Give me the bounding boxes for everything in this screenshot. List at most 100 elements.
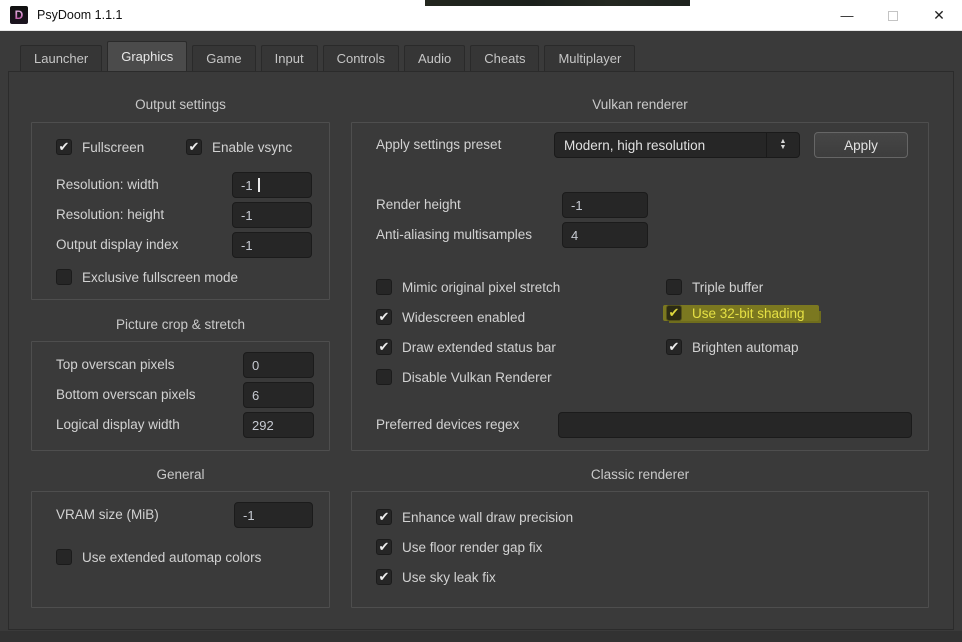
checkbox-box[interactable]: ✔ [376, 569, 392, 585]
window-title: PsyDoom 1.1.1 [37, 8, 122, 22]
tab-launcher[interactable]: Launcher [20, 45, 102, 71]
label-vram-size: VRAM size (MiB) [56, 502, 159, 528]
group-title-picture-crop: Picture crop & stretch [31, 317, 330, 335]
checkbox-box[interactable]: ✔ [376, 509, 392, 525]
text-caret [258, 178, 260, 192]
checkbox-label: Triple buffer [692, 280, 763, 295]
checkbox-brighten-automap[interactable]: ✔ Brighten automap [666, 339, 799, 355]
checkbox-label: Disable Vulkan Renderer [402, 370, 552, 385]
group-title-output-settings: Output settings [31, 97, 330, 115]
logical-display-width-input[interactable] [243, 412, 314, 438]
group-title-classic: Classic renderer [351, 467, 929, 485]
check-icon: ✔ [379, 540, 390, 553]
label-top-overscan: Top overscan pixels [56, 352, 175, 378]
checkbox-box[interactable]: ✔ [186, 139, 202, 155]
window-controls: — ✕ [824, 0, 962, 31]
tab-multiplayer[interactable]: Multiplayer [544, 45, 635, 71]
preset-select[interactable]: Modern, high resolution ▲ ▼ [554, 132, 800, 158]
checkbox-enable-vsync[interactable]: ✔ Enable vsync [186, 139, 292, 155]
top-overscan-input[interactable] [243, 352, 314, 378]
group-vulkan-renderer: Apply settings preset Modern, high resol… [351, 122, 929, 451]
group-general: VRAM size (MiB) ✔ Use extended automap c… [31, 491, 330, 608]
checkbox-box[interactable]: ✔ [666, 339, 682, 355]
checkbox-label: Use extended automap colors [82, 550, 261, 565]
checkbox-draw-extended-status-bar[interactable]: ✔ Draw extended status bar [376, 339, 556, 355]
check-icon: ✔ [379, 340, 390, 353]
checkbox-label: Enable vsync [212, 140, 292, 155]
checkbox-box[interactable]: ✔ [56, 549, 72, 565]
spinner-down-icon: ▼ [780, 145, 787, 151]
checkbox-triple-buffer[interactable]: ✔ Triple buffer [666, 279, 763, 295]
checkbox-box[interactable]: ✔ [376, 339, 392, 355]
field-render-height-wrap [562, 192, 648, 218]
label-resolution-width: Resolution: width [56, 172, 159, 198]
tab-audio[interactable]: Audio [404, 45, 465, 71]
check-icon: ✔ [669, 306, 680, 319]
resolution-height-input[interactable] [232, 202, 312, 228]
checkbox-fullscreen[interactable]: ✔ Fullscreen [56, 139, 144, 155]
aa-multisamples-input[interactable] [562, 222, 648, 248]
tab-game[interactable]: Game [192, 45, 255, 71]
checkbox-extended-automap-colors[interactable]: ✔ Use extended automap colors [56, 549, 261, 565]
field-logical-display-width-wrap [243, 412, 314, 438]
preferred-devices-regex-input[interactable] [558, 412, 912, 438]
maximize-button[interactable] [870, 0, 916, 31]
checkbox-exclusive-fullscreen[interactable]: ✔ Exclusive fullscreen mode [56, 269, 238, 285]
vram-size-input[interactable] [234, 502, 313, 528]
render-height-input[interactable] [562, 192, 648, 218]
checkbox-box[interactable]: ✔ [376, 309, 392, 325]
checkbox-label: Enhance wall draw precision [402, 510, 573, 525]
label-bottom-overscan: Bottom overscan pixels [56, 382, 196, 408]
checkbox-box[interactable]: ✔ [56, 139, 72, 155]
field-output-display-index-wrap [232, 232, 312, 258]
preset-select-value: Modern, high resolution [555, 138, 766, 153]
tab-input[interactable]: Input [261, 45, 318, 71]
background-window-sliver [425, 0, 690, 6]
select-spinner-icon[interactable]: ▲ ▼ [767, 139, 799, 151]
check-icon: ✔ [59, 140, 70, 153]
check-icon: ✔ [379, 510, 390, 523]
checkbox-label: Exclusive fullscreen mode [82, 270, 238, 285]
window-bottom-edge [0, 631, 962, 642]
output-display-index-input[interactable] [232, 232, 312, 258]
checkbox-mimic-original-pixel-stretch[interactable]: ✔ Mimic original pixel stretch [376, 279, 560, 295]
field-top-overscan-wrap [243, 352, 314, 378]
checkbox-box[interactable]: ✔ [376, 279, 392, 295]
checkbox-use-32bit-shading[interactable]: ✔ Use 32-bit shading [663, 305, 819, 321]
close-button[interactable]: ✕ [916, 0, 962, 31]
field-aa-multisamples-wrap [562, 222, 648, 248]
resolution-width-input[interactable] [232, 172, 312, 198]
minimize-icon: — [841, 8, 854, 23]
checkbox-sky-leak-fix[interactable]: ✔ Use sky leak fix [376, 569, 496, 585]
checkbox-box[interactable]: ✔ [666, 279, 682, 295]
tab-cheats[interactable]: Cheats [470, 45, 539, 71]
checkbox-enhance-wall-draw-precision[interactable]: ✔ Enhance wall draw precision [376, 509, 573, 525]
apply-button[interactable]: Apply [814, 132, 908, 158]
checkbox-box[interactable]: ✔ [56, 269, 72, 285]
checkbox-widescreen-enabled[interactable]: ✔ Widescreen enabled [376, 309, 525, 325]
checkbox-label: Widescreen enabled [402, 310, 525, 325]
checkbox-box[interactable]: ✔ [376, 369, 392, 385]
psydoom-window: D PsyDoom 1.1.1 — ✕ Launcher Graphics Ga… [0, 0, 962, 642]
field-bottom-overscan-wrap [243, 382, 314, 408]
checkbox-floor-render-gap-fix[interactable]: ✔ Use floor render gap fix [376, 539, 542, 555]
label-preferred-devices-regex: Preferred devices regex [376, 412, 519, 438]
checkbox-box[interactable]: ✔ [666, 305, 682, 321]
field-resolution-width-wrap [232, 172, 312, 198]
checkbox-disable-vulkan-renderer[interactable]: ✔ Disable Vulkan Renderer [376, 369, 552, 385]
field-resolution-height-wrap [232, 202, 312, 228]
checkbox-label: Use floor render gap fix [402, 540, 542, 555]
label-resolution-height: Resolution: height [56, 202, 164, 228]
group-title-general: General [31, 467, 330, 485]
checkbox-label: Brighten automap [692, 340, 799, 355]
bottom-overscan-input[interactable] [243, 382, 314, 408]
checkbox-label: Use 32-bit shading [692, 306, 805, 321]
label-render-height: Render height [376, 192, 461, 218]
tab-graphics[interactable]: Graphics [107, 41, 187, 71]
tab-controls[interactable]: Controls [323, 45, 399, 71]
checkbox-label: Mimic original pixel stretch [402, 280, 560, 295]
label-logical-display-width: Logical display width [56, 412, 180, 438]
minimize-button[interactable]: — [824, 0, 870, 31]
checkbox-box[interactable]: ✔ [376, 539, 392, 555]
label-aa-multisamples: Anti-aliasing multisamples [376, 222, 532, 248]
